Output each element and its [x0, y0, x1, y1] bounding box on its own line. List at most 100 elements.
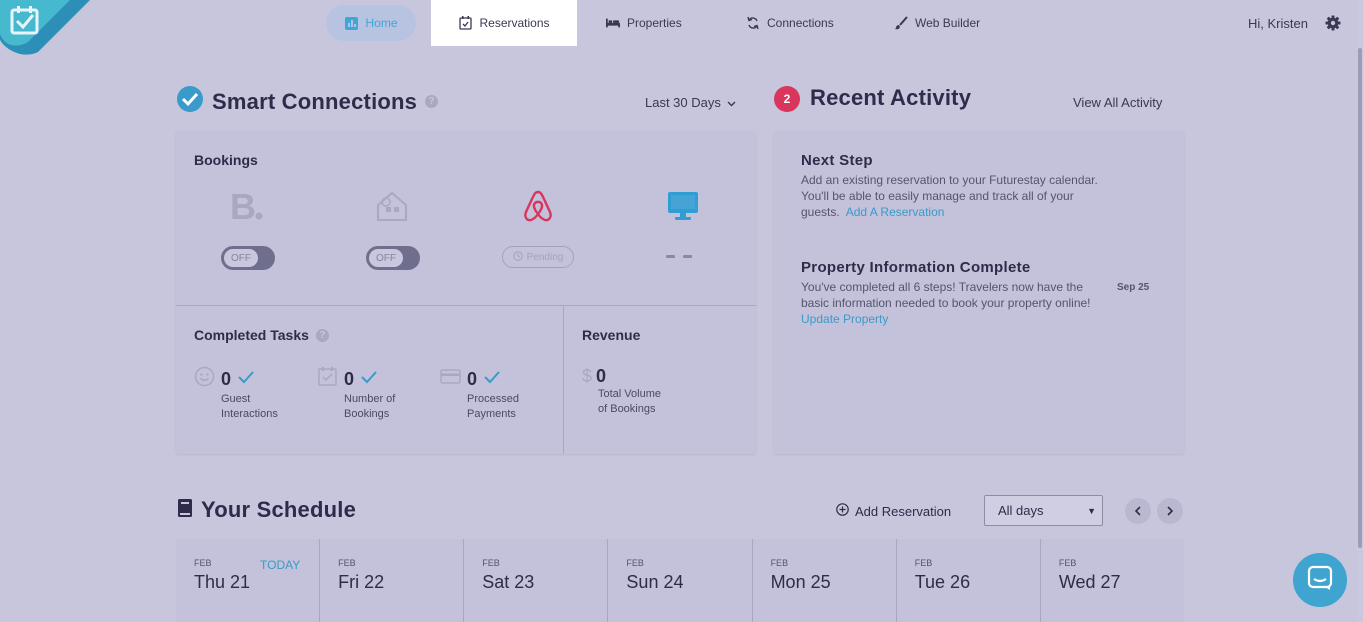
day-column[interactable]: FEB TODAY Thu 21	[176, 539, 321, 622]
add-reservation-button[interactable]: Add Reservation	[836, 503, 951, 519]
day-name: Thu 21	[194, 572, 251, 592]
day-name: Fri 22	[338, 572, 385, 592]
recent-activity-card: Next Step Add an existing reservation to…	[774, 131, 1184, 454]
book-icon	[178, 498, 192, 522]
task-number-of-bookings: 0 Number of Bookings	[317, 366, 427, 422]
nav-connections[interactable]: Connections	[746, 0, 834, 46]
task-count: 0	[344, 368, 355, 389]
task-label: Guest	[221, 393, 251, 405]
revenue-label: Total Volume	[598, 388, 661, 400]
task-label: Payments	[467, 408, 516, 420]
nav-reservations-label: Reservations	[479, 16, 550, 30]
activity-text: You've completed all 6 steps! Travelers …	[801, 279, 1111, 327]
nav-web-builder-label: Web Builder	[915, 16, 981, 30]
bookings-card: Bookings B OFF OFF Pending Completed Tas…	[176, 131, 756, 454]
homeaway-toggle[interactable]: OFF	[366, 246, 420, 270]
user-greeting[interactable]: Hi, Kristen	[1248, 0, 1308, 46]
sync-icon	[746, 16, 760, 30]
period-dropdown[interactable]: Last 30 Days	[645, 95, 736, 110]
next-week-button[interactable]	[1157, 498, 1183, 524]
schedule-days: FEB TODAY Thu 21 FEB Fri 22 FEB Sat 23 F…	[176, 539, 1184, 622]
nav-web-builder[interactable]: Web Builder	[894, 0, 980, 46]
day-column[interactable]: FEB Sun 24	[608, 539, 753, 622]
scrollbar[interactable]	[1357, 0, 1363, 622]
add-reservation-label: Add Reservation	[855, 503, 952, 519]
task-guest-interactions: 0 Guest Interactions	[194, 366, 304, 422]
airbnb-pending-badge: Pending	[502, 246, 574, 268]
chat-icon	[1307, 565, 1333, 596]
day-name: Sun 24	[626, 572, 684, 592]
days-filter-select[interactable]: All days ▼	[984, 495, 1103, 526]
activity-text: Add an existing reservation to your Futu…	[801, 172, 1111, 220]
day-month: FEB	[626, 558, 644, 568]
credit-card-icon	[440, 366, 461, 392]
activity-description: You've completed all 6 steps! Travelers …	[801, 280, 1091, 310]
website-monitor-icon	[653, 186, 713, 226]
day-month: FEB	[194, 558, 212, 568]
task-count: 0	[221, 368, 232, 389]
prev-week-button[interactable]	[1125, 498, 1151, 524]
plus-circle-icon	[836, 503, 849, 519]
clock-icon	[512, 250, 523, 264]
calendar-check-icon	[458, 16, 472, 30]
calendar-check-icon	[317, 366, 338, 392]
days-filter-value: All days	[998, 503, 1044, 518]
day-month: FEB	[1058, 558, 1077, 568]
day-column[interactable]: FEB Fri 22	[320, 539, 465, 622]
nav-properties[interactable]: Properties	[606, 0, 682, 46]
chat-launcher-button[interactable]	[1293, 553, 1347, 607]
task-processed-payments: 0 Processed Payments	[440, 366, 550, 422]
nav-home-label: Home	[365, 16, 398, 30]
day-column[interactable]: FEB Wed 27	[1040, 539, 1184, 622]
check-icon	[237, 370, 255, 389]
revenue-title: Revenue	[582, 327, 641, 343]
airbnb-logo	[508, 186, 568, 226]
day-name: Mon 25	[770, 572, 831, 592]
booking-com-logo: B	[218, 186, 278, 226]
nav-reservations[interactable]: Reservations	[431, 0, 577, 46]
task-count: 0	[467, 368, 478, 389]
day-month: FEB	[482, 558, 500, 568]
caret-down-icon: ▼	[1087, 506, 1096, 516]
scrollbar-thumb[interactable]	[1358, 48, 1362, 548]
gear-icon[interactable]	[1325, 15, 1341, 31]
day-column[interactable]: FEB Tue 26	[896, 539, 1041, 622]
day-name: Tue 26	[914, 572, 971, 592]
airbnb-status-label: Pending	[526, 251, 564, 263]
day-month: FEB	[338, 558, 356, 568]
help-icon[interactable]: ?	[425, 95, 439, 108]
activity-date: Sep 25	[1117, 282, 1150, 293]
completed-tasks-title: Completed Tasks	[194, 327, 309, 343]
booking-com-toggle[interactable]: OFF	[221, 246, 275, 270]
bookings-title: Bookings	[194, 152, 258, 168]
today-label: TODAY	[260, 558, 301, 572]
task-label: Interactions	[221, 408, 278, 420]
completed-tasks-header: Completed Tasks ?	[194, 327, 329, 343]
day-month: FEB	[770, 558, 789, 568]
card-divider	[176, 305, 756, 306]
update-property-link[interactable]: Update Property	[801, 312, 888, 326]
nav-properties-label: Properties	[627, 16, 682, 30]
chevron-down-icon	[727, 95, 736, 110]
add-reservation-link[interactable]: Add A Reservation	[846, 205, 945, 219]
view-all-activity-link[interactable]: View All Activity	[1073, 95, 1162, 110]
top-nav: Home Reservations Properties Connections…	[0, 0, 1363, 46]
day-column[interactable]: FEB Mon 25	[752, 539, 897, 622]
period-label: Last 30 Days	[645, 95, 721, 110]
nav-connections-label: Connections	[767, 16, 834, 30]
schedule-title: Your Schedule	[201, 497, 356, 522]
schedule-header: Your Schedule	[178, 497, 356, 523]
nav-home[interactable]: Home	[326, 5, 416, 41]
day-column[interactable]: FEB Sat 23	[464, 539, 609, 622]
help-icon[interactable]: ?	[315, 328, 329, 342]
chevron-left-icon	[1134, 506, 1141, 516]
svg-text:B: B	[230, 188, 256, 224]
activity-title: Property Information Complete	[801, 259, 1031, 276]
smiley-icon	[194, 366, 215, 392]
revenue-total: $ 0 Total Volume of Bookings	[582, 366, 692, 417]
card-divider-vertical	[563, 306, 564, 454]
recent-activity-title: Recent Activity	[810, 85, 972, 110]
chart-icon	[344, 16, 358, 30]
task-label: Processed	[467, 393, 519, 405]
task-label: Bookings	[344, 408, 390, 420]
